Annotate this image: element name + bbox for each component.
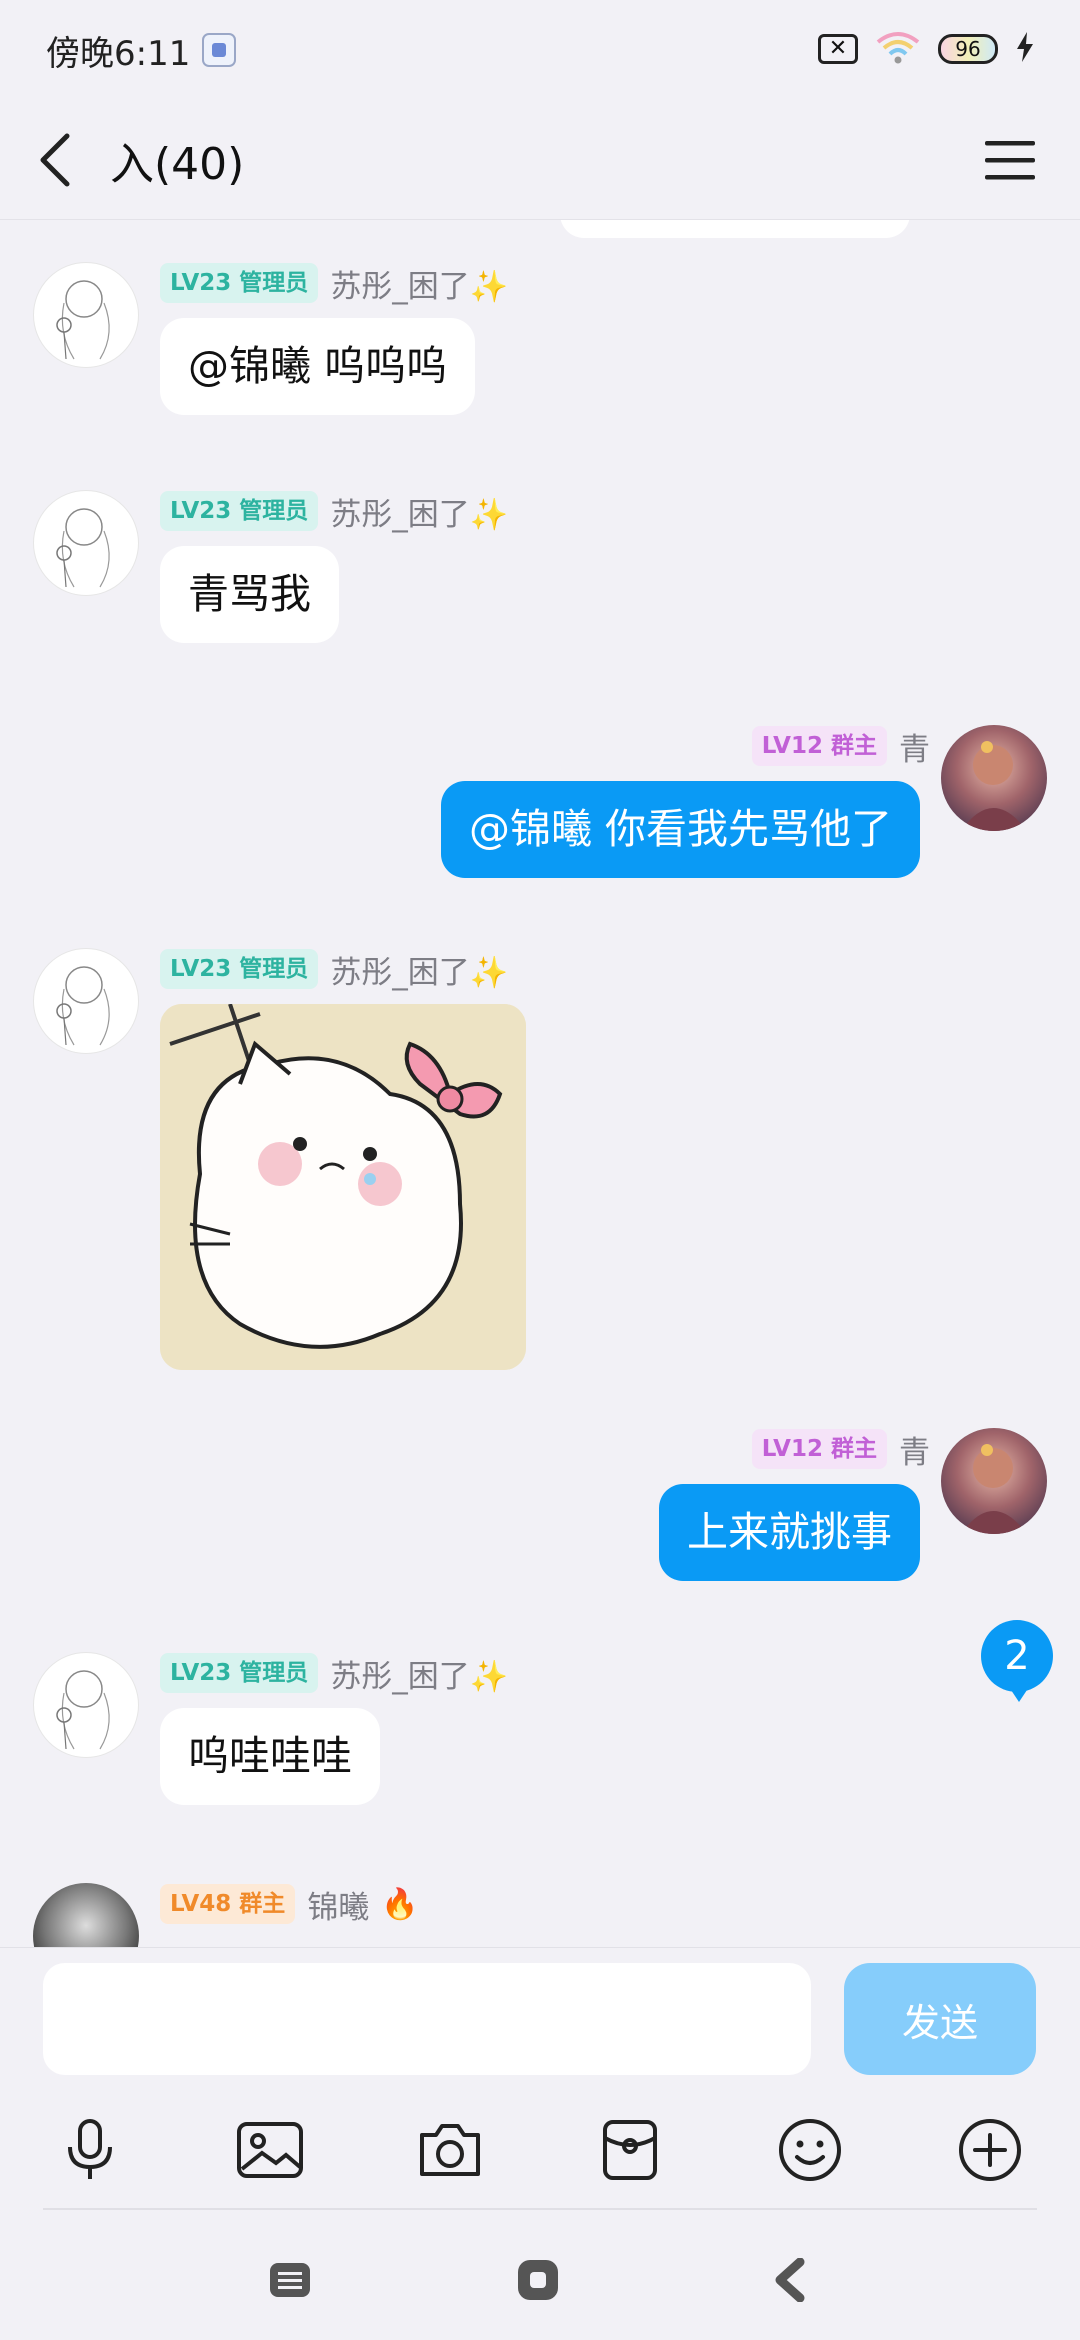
avatar[interactable] [33, 490, 139, 596]
message-bubble[interactable]: @锦曦 呜呜呜 [160, 318, 476, 416]
sender-info: LV48 群主 锦曦 🔥 [160, 1882, 419, 1927]
sender-nickname[interactable]: 苏彤_困了✨ [330, 261, 508, 306]
group-title: 入(40) [110, 138, 245, 190]
avatar[interactable] [941, 1428, 1047, 1534]
sender-nickname[interactable]: 苏彤_困了✨ [330, 1651, 508, 1696]
level-tag: LV48 群主 [160, 1884, 296, 1924]
message-bubble[interactable]: 呜哇哇哇 [160, 1708, 380, 1806]
avatar[interactable] [33, 1883, 139, 1947]
sender-info: LV23 管理员 苏彤_困了✨ [160, 489, 508, 534]
level-tag: LV23 管理员 [160, 491, 319, 531]
microphone-icon[interactable] [45, 2105, 135, 2195]
plus-icon[interactable] [945, 2105, 1035, 2195]
sender-nickname[interactable]: 苏彤_困了✨ [330, 489, 508, 534]
app-notification-icon [202, 33, 237, 67]
level-tag: LV12 群主 [751, 1429, 887, 1469]
avatar[interactable] [33, 262, 139, 368]
chat-header: 入(40) [0, 100, 1080, 220]
message-bubble[interactable]: 青骂我 [160, 546, 339, 644]
avatar[interactable] [33, 948, 139, 1054]
status-time: 傍晚6:11 [46, 33, 191, 74]
red-packet-icon[interactable] [585, 2105, 675, 2195]
sender-info: LV23 管理员 苏彤_困了✨ [160, 1651, 508, 1696]
message-list[interactable]: LV23 管理员 苏彤_困了✨ @锦曦 呜呜呜 LV23 管理员 苏彤_困了✨ … [0, 220, 1080, 1947]
level-tag: LV23 管理员 [160, 263, 319, 303]
charging-icon [1016, 32, 1034, 66]
message-bubble[interactable]: @锦曦 你看我先骂他了 [440, 781, 920, 879]
sender-info: LV23 管理员 苏彤_困了✨ [160, 261, 508, 306]
status-icons: ✕ 96 [818, 30, 1034, 68]
battery-indicator: 96 [938, 34, 998, 64]
sender-nickname[interactable]: 锦曦 [307, 1882, 369, 1927]
level-tag: LV12 群主 [751, 726, 887, 766]
home-button[interactable] [503, 2245, 573, 2315]
menu-button[interactable] [970, 120, 1050, 200]
divider [43, 2208, 1037, 2210]
unread-count-badge[interactable]: 2 [981, 1620, 1053, 1702]
back-nav-button[interactable] [755, 2245, 825, 2315]
sender-nickname[interactable]: 青 [899, 1427, 930, 1472]
no-sim-icon: ✕ [818, 34, 858, 64]
status-bar: 傍晚6:11 ✕ 96 [0, 0, 1080, 100]
level-tag: LV23 管理员 [160, 1653, 319, 1693]
emoji-icon[interactable] [765, 2105, 855, 2195]
input-toolbar [0, 2095, 1080, 2210]
message-input[interactable] [43, 1963, 811, 2075]
back-arrow-icon [40, 133, 70, 186]
sender-info: LV12 群主 青 [751, 724, 930, 769]
message-bubble[interactable]: 上来就挑事 [659, 1484, 920, 1582]
sender-nickname[interactable]: 苏彤_困了✨ [330, 947, 508, 992]
previous-message-bubble [560, 220, 910, 238]
level-tag: LV23 管理员 [160, 949, 319, 989]
wifi-icon [876, 30, 920, 68]
send-button[interactable]: 发送 [844, 1963, 1036, 2075]
sender-info: LV23 管理员 苏彤_困了✨ [160, 947, 508, 992]
recent-apps-button[interactable] [255, 2245, 325, 2315]
avatar[interactable] [33, 1652, 139, 1758]
system-nav-bar [0, 2215, 1080, 2340]
avatar[interactable] [941, 725, 1047, 831]
sender-info: LV12 群主 青 [751, 1427, 930, 1472]
camera-icon[interactable] [405, 2105, 495, 2195]
image-icon[interactable] [225, 2105, 315, 2195]
crying-kitty-sticker[interactable] [160, 1004, 526, 1370]
flame-icon: 🔥 [381, 1886, 419, 1922]
sender-nickname[interactable]: 青 [899, 724, 930, 769]
back-button[interactable] [0, 100, 110, 220]
hamburger-menu-icon [985, 141, 1035, 180]
